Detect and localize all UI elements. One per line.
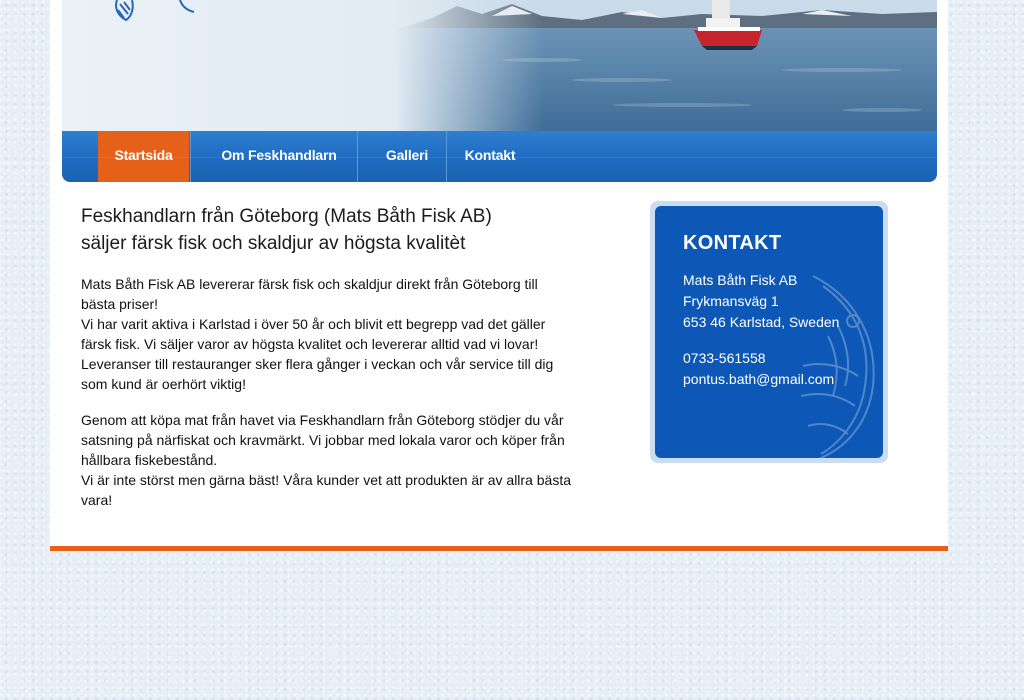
text-line: bästa priser! [81,296,159,312]
nav-separator [190,131,191,182]
fish-watermark-icon [800,275,875,458]
nav-item-om-feskhandlarn[interactable]: Om Feskhandlarn [202,131,356,182]
text-line: vara! [81,492,113,508]
text-line: Leveranser till restauranger sker flera … [81,356,554,372]
text-line: Genom att köpa mat från havet via Feskha… [81,412,564,428]
footer-accent-bar [50,546,948,551]
text-line: Vi är inte störst men gärna bäst! Våra k… [81,472,572,488]
nav-item-galleri[interactable]: Galleri [362,131,452,182]
contact-panel: KONTAKT Mats Båth Fisk AB Frykmansväg 1 … [655,206,883,458]
contact-city: 653 46 Karlstad, Sweden [683,314,840,330]
text-line: satsning på närfiskat och kravmärkt. Vi … [81,432,565,448]
nav-item-startsida[interactable]: Startsida [98,131,189,182]
text-line: Vi har varit aktiva i Karlstad i över 50… [81,316,546,332]
contact-phone[interactable]: 0733-561558 [683,348,766,369]
contact-company: Mats Båth Fisk AB [683,272,798,288]
contact-email-link[interactable]: pontus.bath@gmail.com [683,369,834,390]
text-line: som kund är oerhört viktig! [81,376,246,392]
page-title-line-1: Feskhandlarn från Göteborg (Mats Båth Fi… [81,206,492,227]
contact-title: KONTAKT [683,232,782,254]
text-line: Mats Båth Fisk AB levererar färsk fisk o… [81,276,538,292]
nav-item-kontakt[interactable]: Kontakt [452,131,528,182]
header-banner-image [62,0,937,131]
main-navigation: Startsida Om Feskhandlarn Galleri Kontak… [62,131,937,182]
nav-separator [446,131,447,182]
nav-separator [357,131,358,182]
text-line: färsk fisk. Vi säljer varor av högsta kv… [81,336,539,352]
sustainability-paragraph: Genom att köpa mat från havet via Feskha… [81,410,621,510]
sea-boat-illustration [62,0,937,131]
page-title: Feskhandlarn från Göteborg (Mats Båth Fi… [81,203,492,257]
text-line: hållbara fiskebestånd. [81,452,218,468]
contact-street: Frykmansväg 1 [683,293,779,309]
contact-box: KONTAKT Mats Båth Fisk AB Frykmansväg 1 … [650,201,888,463]
intro-paragraph: Mats Båth Fisk AB levererar färsk fisk o… [81,274,621,394]
page-title-line-2: säljer färsk fisk och skaldjur av högsta… [81,233,466,254]
